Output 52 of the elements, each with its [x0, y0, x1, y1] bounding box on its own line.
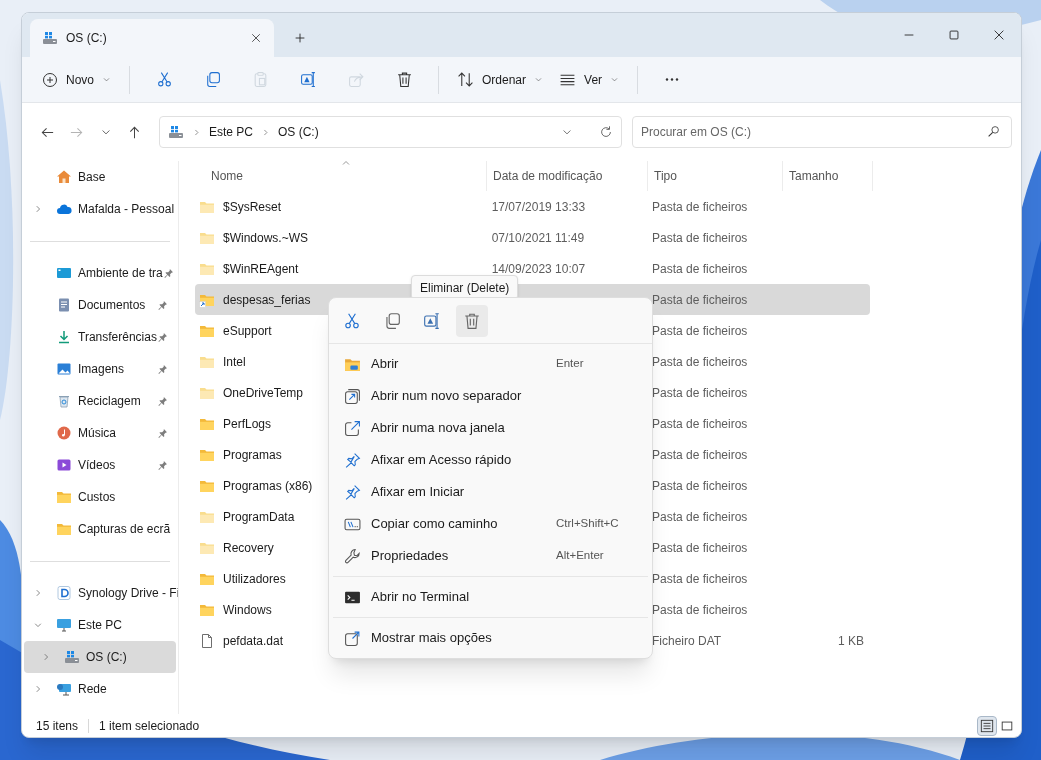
date-cell: 07/10/2021 11:49	[491, 230, 585, 245]
type-cell: Pasta de ficheiros	[652, 261, 748, 276]
item-count: 15 itens	[36, 717, 79, 735]
type-cell: Pasta de ficheiros	[652, 447, 748, 462]
file-name: Windows	[223, 601, 272, 619]
file-name: $WinREAgent	[223, 260, 299, 278]
type-cell: Pasta de ficheiros	[652, 509, 748, 524]
file-name: OneDriveTemp	[223, 384, 304, 402]
size-cell-text: 1 KB	[838, 632, 864, 650]
file-name: Utilizadores	[223, 570, 286, 588]
sidebar-label: Imagens	[78, 361, 125, 378]
file-name: Programas	[223, 446, 282, 464]
type-cell: Pasta de ficheiros	[652, 540, 748, 555]
type-cell: Pasta de ficheiros	[652, 323, 748, 338]
type-cell: Ficheiro DAT	[652, 633, 722, 648]
file-name: eSupport	[223, 322, 272, 340]
type-cell: Pasta de ficheiros	[652, 199, 748, 214]
sidebar-label: Capturas de ecrã	[78, 521, 171, 538]
file-name: $Windows.~WS	[223, 229, 309, 247]
file-name: ProgramData	[223, 508, 295, 526]
sidebar-label: Reciclagem	[78, 393, 141, 410]
sidebar-label: Ambiente de tra	[78, 265, 163, 282]
date-cell: 14/09/2023 10:07	[491, 261, 586, 276]
file-name: pefdata.dat	[223, 632, 284, 650]
type-cell: Pasta de ficheiros	[652, 230, 748, 245]
date-cell: 17/07/2019 13:33	[491, 199, 586, 214]
sidebar-label: Documentos	[78, 297, 146, 314]
type-cell: Pasta de ficheiros	[652, 385, 748, 400]
sidebar-label: Transferências	[78, 329, 157, 346]
type-cell: Pasta de ficheiros	[652, 478, 748, 493]
file-name: Programas (x86)	[223, 477, 313, 495]
file-name: Recovery	[223, 539, 274, 557]
sidebar-label: Synology Drive - Fi	[78, 585, 178, 602]
sidebar-label: Música	[78, 425, 116, 442]
type-cell: Pasta de ficheiros	[652, 292, 748, 307]
sidebar-label: Base	[78, 169, 106, 186]
sidebar-label: Rede	[78, 681, 107, 698]
type-cell: Pasta de ficheiros	[652, 602, 748, 617]
tab-title: OS (C:)	[66, 30, 108, 47]
type-cell: Pasta de ficheiros	[652, 416, 748, 431]
file-name: Intel	[223, 353, 246, 371]
file-name: $SysReset	[223, 198, 282, 216]
sidebar-label: Este PC	[78, 617, 122, 634]
selection-count: 1 item selecionado	[99, 717, 200, 735]
sidebar-label: Vídeos	[78, 457, 116, 474]
sidebar-label: Custos	[78, 489, 116, 506]
sidebar-label: OS (C:)	[86, 649, 127, 666]
file-name: PerfLogs	[223, 415, 272, 433]
type-cell: Pasta de ficheiros	[652, 571, 748, 586]
type-cell: Pasta de ficheiros	[652, 354, 748, 369]
sidebar-label: Mafalda - Pessoal	[78, 201, 175, 218]
file-name: despesas_ferias	[223, 291, 311, 309]
